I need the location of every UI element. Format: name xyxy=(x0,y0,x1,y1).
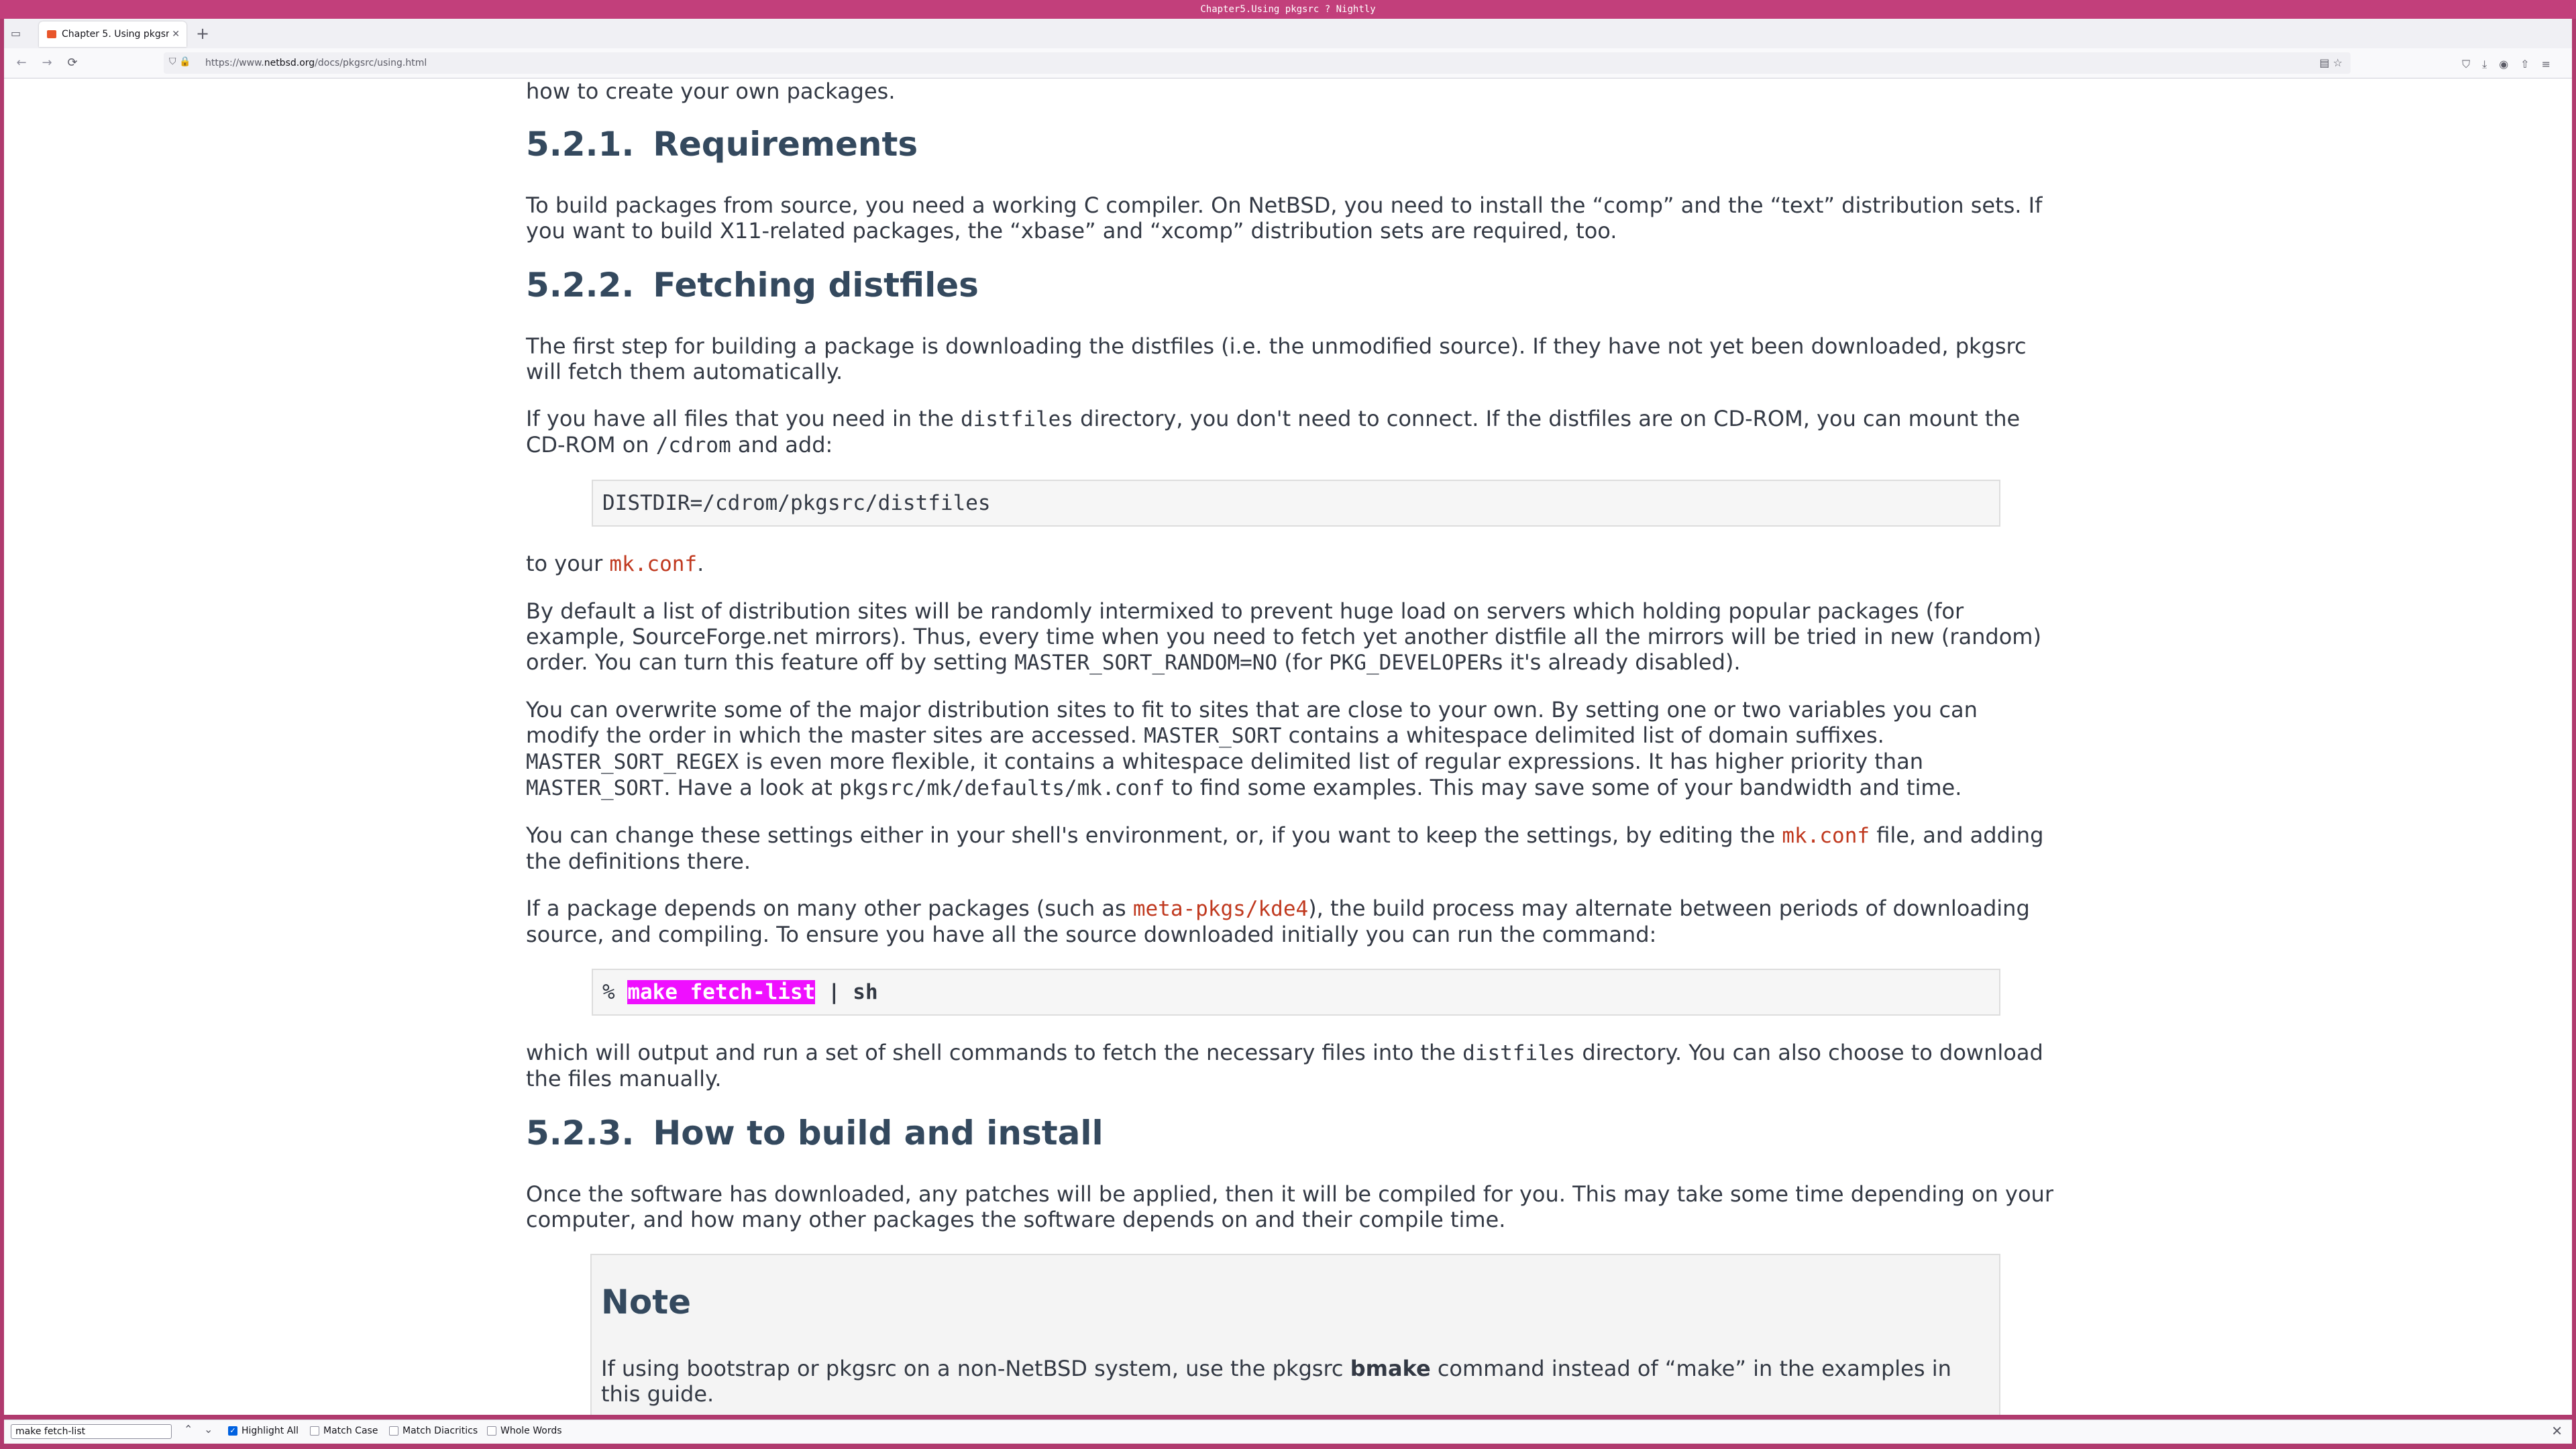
match-case-checkbox[interactable]: Match Case xyxy=(310,1426,378,1436)
shield-lock-icon: ⛉ 🔒 xyxy=(169,56,191,67)
requirements-paragraph: To build packages from source, you need … xyxy=(526,193,2043,244)
window-title: Chapter5.Using pkgsrc ? Nightly xyxy=(0,0,2576,19)
favicon-icon xyxy=(47,30,56,38)
note-text: If using bootstrap or pkgsrc on a non-Ne… xyxy=(601,1356,1951,1407)
find-next-icon[interactable]: ⌄ xyxy=(204,1423,213,1436)
note-box: Note If using bootstrap or pkgsrc on a n… xyxy=(590,1254,2000,1415)
distfiles-paragraph-3: to your mk.conf. xyxy=(526,551,704,576)
distfiles-paragraph-4: By default a list of distribution sites … xyxy=(526,598,2041,675)
section-5-2-2-heading: 5.2.2. Fetching distfiles xyxy=(526,266,979,305)
distfiles-paragraph-2: If you have all files that you need in t… xyxy=(526,406,2021,458)
reader-bookmark-icons[interactable]: ▤ ☆ xyxy=(2319,56,2343,69)
window-border xyxy=(0,1444,2576,1449)
new-tab-icon[interactable]: + xyxy=(196,24,209,43)
checkbox-icon xyxy=(310,1426,319,1436)
back-icon[interactable]: ← xyxy=(12,54,31,72)
find-previous-icon[interactable]: ⌃ xyxy=(184,1423,193,1436)
close-findbar-icon[interactable]: ✕ xyxy=(2551,1423,2563,1439)
note-title: Note xyxy=(601,1283,692,1322)
section-5-2-1-heading: 5.2.1. Requirements xyxy=(526,125,918,164)
checkbox-icon xyxy=(389,1426,398,1436)
tab-list-icon[interactable]: ▭ xyxy=(11,27,25,42)
checkbox-icon xyxy=(487,1426,496,1436)
mk-conf-link[interactable]: mk.conf xyxy=(609,552,697,576)
section-5-2-3-heading: 5.2.3. How to build and install xyxy=(526,1114,1104,1152)
document: how to create your own packages. 5.2.1. R… xyxy=(526,78,2055,1415)
toolbar-icons[interactable]: ⛉⤓◉⇧≡ xyxy=(2462,58,2563,71)
distfiles-paragraph-6: You can change these settings either in … xyxy=(526,822,2044,874)
meta-pkgs-kde4-link[interactable]: meta-pkgs/kde4 xyxy=(1133,897,1308,921)
lead-paragraph: how to create your own packages. xyxy=(526,78,896,104)
close-tab-icon[interactable]: ✕ xyxy=(172,21,180,47)
distfiles-paragraph-7: If a package depends on many other packa… xyxy=(526,896,2030,947)
find-input[interactable]: make fetch-list xyxy=(11,1424,172,1439)
whole-words-checkbox[interactable]: Whole Words xyxy=(487,1426,562,1436)
distfiles-paragraph-1: The first step for building a package is… xyxy=(526,333,2027,384)
tab-active[interactable]: Chapter 5. Using pkgsrc ✕ xyxy=(39,21,186,47)
mk-conf-link-2[interactable]: mk.conf xyxy=(1782,824,1870,848)
tab-label: Chapter 5. Using pkgsrc xyxy=(62,29,169,40)
highlight-all-checkbox[interactable]: ✓ Highlight All xyxy=(228,1426,299,1436)
find-bar: make fetch-list ⌃ ⌄ ✓ Highlight All Match… xyxy=(4,1419,2572,1444)
checkbox-checked-icon: ✓ xyxy=(228,1426,237,1436)
page-content: how to create your own packages. 5.2.1. R… xyxy=(4,78,2572,1415)
code-block-fetch-list: % make fetch-list | sh xyxy=(592,969,2000,1016)
reload-icon[interactable]: ⟳ xyxy=(63,54,82,72)
build-paragraph: Once the software has downloaded, any pa… xyxy=(526,1181,2053,1232)
forward-icon[interactable]: → xyxy=(38,54,56,72)
url-bar[interactable]: ⛉ 🔒 https://www.netbsd.org/docs/pkgsrc/u… xyxy=(164,52,2351,74)
distfiles-paragraph-5: You can overwrite some of the major dist… xyxy=(526,697,1978,800)
match-diacritics-checkbox[interactable]: Match Diacritics xyxy=(389,1426,478,1436)
nav-bar: ← → ⟳ ⛉ 🔒 https://www.netbsd.org/docs/pk… xyxy=(4,48,2572,78)
browser-chrome: ▭ Chapter 5. Using pkgsrc ✕ + ← → ⟳ ⛉ 🔒 … xyxy=(4,19,2572,78)
url-text[interactable]: https://www.netbsd.org/docs/pkgsrc/using… xyxy=(205,52,427,74)
tab-strip: ▭ Chapter 5. Using pkgsrc ✕ + xyxy=(4,19,2572,48)
find-highlight: make fetch-list xyxy=(627,980,816,1004)
distfiles-paragraph-8: which will output and run a set of shell… xyxy=(526,1040,2043,1091)
code-block-distdir: DISTDIR=/cdrom/pkgsrc/distfiles xyxy=(592,480,2000,527)
